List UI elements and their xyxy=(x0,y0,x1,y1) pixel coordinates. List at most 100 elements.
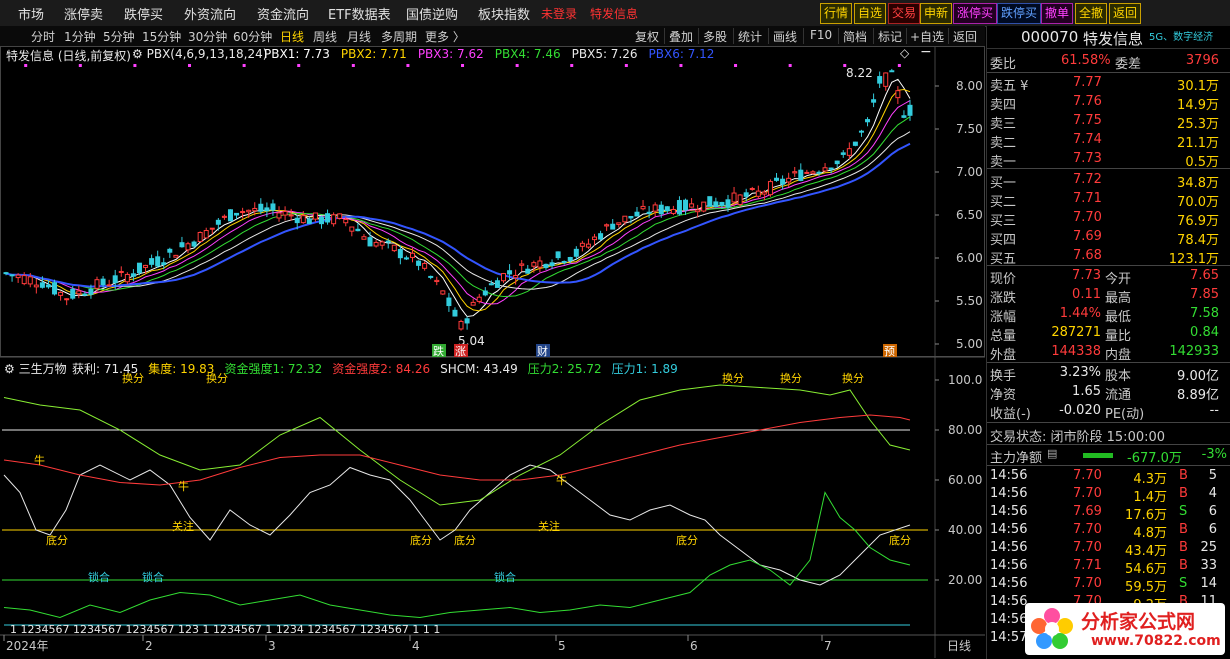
quote-button[interactable]: 行情 xyxy=(820,3,853,24)
stat-value: -- xyxy=(1209,403,1219,418)
profile-button[interactable]: 简档 xyxy=(843,28,867,45)
down-candle xyxy=(907,104,913,116)
tab-5min[interactable]: 5分钟 xyxy=(103,28,135,45)
draw-line-button[interactable]: 画线 xyxy=(773,28,797,45)
cancel-all-button[interactable]: 全撤 xyxy=(1075,3,1108,24)
tab-weekly[interactable]: 周线 xyxy=(313,28,337,45)
kline-chart[interactable]: 8.00 7.50 7.00 6.50 6.00 5.50 5.00 100.0 80.00 60… xyxy=(0,46,985,659)
signal-marker xyxy=(515,64,519,67)
down-candle xyxy=(446,297,452,307)
adjust-button[interactable]: 复权 xyxy=(635,28,659,45)
ipo-button[interactable]: 申新 xyxy=(920,3,953,24)
settings-icon[interactable]: ⚙ xyxy=(4,362,15,376)
ask-level-row[interactable]: 卖四 7.76 14.9万 xyxy=(987,93,1230,113)
signal-marker xyxy=(461,64,465,67)
level-volume: 14.9万 xyxy=(1177,98,1219,113)
overlay-button[interactable]: 叠加 xyxy=(669,28,693,45)
statistics-button[interactable]: 统计 xyxy=(738,28,762,45)
down-candle xyxy=(543,263,549,269)
indicator-name[interactable]: PBX(4,6,9,13,18,24) xyxy=(147,47,268,61)
down-candle xyxy=(780,178,786,185)
menu-repo[interactable]: 国债逆购 xyxy=(406,4,458,23)
menu-limit-down-buy[interactable]: 跌停买 xyxy=(124,4,163,23)
signal-marker xyxy=(734,64,738,67)
multi-stock-button[interactable]: 多股 xyxy=(703,28,727,45)
stat-value: 144338 xyxy=(1051,344,1101,359)
ask-level-row[interactable]: 卖一 7.73 0.5万 xyxy=(987,150,1230,170)
bid-level-row[interactable]: 买五 7.68 123.1万 xyxy=(987,247,1230,267)
bid-level-row[interactable]: 买三 7.70 76.9万 xyxy=(987,209,1230,229)
sub-value-1: 获利: 71.45 xyxy=(72,362,139,376)
stat-label: 股本 xyxy=(1105,369,1132,384)
level-label: 卖二 xyxy=(990,136,1017,151)
tab-intraday[interactable]: 分时 xyxy=(31,28,55,45)
tick-row: 14:56 7.70 1.4万 B 4 xyxy=(987,486,1230,505)
tick-volume: 1.4万 xyxy=(1133,490,1167,505)
date-tick-label: 2024年 xyxy=(6,639,49,653)
menu-sector-index[interactable]: 板块指数 xyxy=(478,4,530,23)
up-candle xyxy=(804,171,810,174)
minus-icon[interactable]: − xyxy=(920,44,932,60)
event-marker-text: 涨 xyxy=(455,345,466,358)
sub-indicator-name[interactable]: 三生万物 xyxy=(19,362,67,376)
diamond-icon[interactable]: ◇ xyxy=(900,46,909,60)
ask-level-row[interactable]: 卖二 7.74 21.1万 xyxy=(987,131,1230,151)
bid-level-row[interactable]: 买一 7.72 34.8万 xyxy=(987,171,1230,191)
sub-tick-label: 60.00 xyxy=(948,473,982,487)
sub-tick-label: 40.00 xyxy=(948,523,982,537)
tab-monthly[interactable]: 月线 xyxy=(347,28,371,45)
menu-foreign-flow[interactable]: 外资流向 xyxy=(184,4,236,23)
trade-button[interactable]: 交易 xyxy=(888,3,921,24)
up-candle xyxy=(579,242,585,247)
main-flow-row[interactable]: 主力净额 ▤ -677.0万 -3% xyxy=(987,446,1230,466)
menu-market[interactable]: 市场 xyxy=(18,4,44,23)
tab-60min[interactable]: 60分钟 xyxy=(233,28,272,45)
tab-15min[interactable]: 15分钟 xyxy=(142,28,181,45)
up-candle xyxy=(288,214,294,217)
down-candle xyxy=(403,257,409,260)
back-button[interactable]: 返回 xyxy=(1109,3,1142,24)
weicha-value: 3796 xyxy=(1185,53,1219,68)
bid-level-row[interactable]: 买四 7.69 78.4万 xyxy=(987,228,1230,248)
add-watchlist-button[interactable]: +自选 xyxy=(910,28,944,45)
down-candle xyxy=(264,207,270,212)
tick-direction: B xyxy=(1179,522,1188,537)
divider xyxy=(987,422,1230,423)
tab-more[interactable]: 更多 〉 xyxy=(425,28,465,45)
down-candle xyxy=(306,218,312,224)
settings-icon[interactable]: ⚙ xyxy=(132,47,143,61)
bid-level-row[interactable]: 买二 7.71 70.0万 xyxy=(987,190,1230,210)
tab-30min[interactable]: 30分钟 xyxy=(188,28,227,45)
login-status[interactable]: 未登录 xyxy=(541,5,577,22)
tick-volume: 4.8万 xyxy=(1133,526,1167,541)
stat-label: 今开 xyxy=(1105,272,1132,287)
tab-daily[interactable]: 日线 xyxy=(280,28,304,45)
down-candle xyxy=(774,177,780,181)
date-tick-label: 5 xyxy=(558,639,566,653)
tab-1min[interactable]: 1分钟 xyxy=(64,28,96,45)
stock-sector[interactable]: 5G、数字经济 xyxy=(1149,28,1213,43)
ask-level-row[interactable]: 卖三 7.75 25.3万 xyxy=(987,112,1230,132)
stat-row: 换手 3.23% 股本 9.00亿 xyxy=(987,364,1230,384)
sub-tick-label: 80.00 xyxy=(948,423,982,437)
menu-fund-flow[interactable]: 资金流向 xyxy=(257,4,309,23)
sub-value-2: 集度: 19.83 xyxy=(148,362,215,376)
tick-direction: B xyxy=(1179,558,1188,573)
up-candle xyxy=(883,72,889,87)
down-candle xyxy=(155,256,161,267)
return-button[interactable]: 返回 xyxy=(953,28,977,45)
doc-icon[interactable]: ▤ xyxy=(1047,447,1057,460)
menu-etf-table[interactable]: ETF数据表 xyxy=(328,4,391,23)
limit-up-buy-button[interactable]: 涨停买 xyxy=(953,3,998,24)
mark-button[interactable]: 标记 xyxy=(878,28,902,45)
menu-limit-up-sell[interactable]: 涨停卖 xyxy=(64,4,103,23)
limit-down-buy-button[interactable]: 跌停买 xyxy=(997,3,1042,24)
tab-multi-period[interactable]: 多周期 xyxy=(381,28,417,45)
ask-level-row[interactable]: 卖五 ¥ 7.77 30.1万 xyxy=(987,74,1230,94)
watchlist-button[interactable]: 自选 xyxy=(854,3,887,24)
cancel-order-button[interactable]: 撤单 xyxy=(1041,3,1074,24)
up-candle xyxy=(737,194,743,205)
stat-label: 量比 xyxy=(1105,329,1132,344)
up-candle xyxy=(470,301,476,306)
f10-button[interactable]: F10 xyxy=(810,28,832,42)
